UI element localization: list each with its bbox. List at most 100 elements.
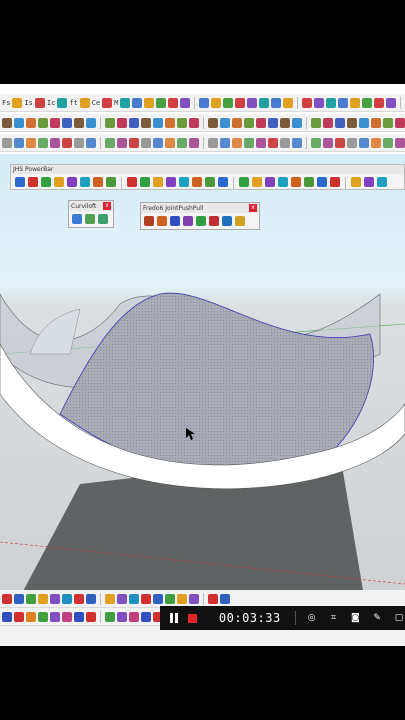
tool-icon[interactable]	[371, 117, 381, 128]
model-viewport[interactable]: JHS PowerBar Curviloft x Fredo6 JointPus…	[0, 154, 405, 590]
tool-icon[interactable]	[54, 177, 64, 187]
tool-icon[interactable]	[311, 137, 321, 148]
tool-icon[interactable]	[323, 137, 333, 148]
tool-icon[interactable]	[222, 216, 232, 226]
tool-icon[interactable]	[144, 97, 155, 108]
tool-icon[interactable]	[177, 593, 187, 604]
tool-icon[interactable]	[209, 216, 219, 226]
toolbar-text-button[interactable]: Fs	[2, 99, 10, 107]
tool-icon[interactable]	[157, 216, 167, 226]
tool-icon[interactable]	[38, 117, 48, 128]
tool-icon[interactable]	[271, 97, 282, 108]
tool-icon[interactable]	[351, 177, 361, 187]
tool-icon[interactable]	[62, 593, 72, 604]
tool-icon[interactable]	[377, 177, 387, 187]
toolbar-text-button[interactable]: ft	[69, 99, 77, 107]
crop-icon[interactable]: ⌗	[328, 613, 340, 623]
tool-icon[interactable]	[311, 117, 321, 128]
toolbar-text-button[interactable]: Ic	[47, 99, 55, 107]
tool-icon[interactable]	[280, 137, 290, 148]
tool-icon[interactable]	[105, 137, 115, 148]
tool-icon[interactable]	[208, 593, 218, 604]
tool-icon[interactable]	[14, 117, 24, 128]
tool-icon[interactable]	[177, 117, 187, 128]
tool-icon[interactable]	[141, 611, 151, 622]
tool-icon[interactable]	[74, 593, 84, 604]
tool-icon[interactable]	[383, 137, 393, 148]
tool-icon[interactable]	[350, 97, 361, 108]
tool-icon[interactable]	[395, 117, 405, 128]
tool-icon[interactable]	[127, 177, 137, 187]
tool-icon[interactable]	[232, 137, 242, 148]
tool-icon[interactable]	[338, 97, 349, 108]
tool-icon[interactable]	[211, 97, 222, 108]
tool-icon[interactable]	[67, 177, 77, 187]
tool-icon[interactable]	[26, 137, 36, 148]
toolbar-text-button[interactable]: M	[114, 99, 118, 107]
tool-icon[interactable]	[192, 177, 202, 187]
tool-icon[interactable]	[330, 177, 340, 187]
tool-icon[interactable]	[166, 177, 176, 187]
tool-icon[interactable]	[199, 97, 210, 108]
tool-icon[interactable]	[141, 593, 151, 604]
tool-icon[interactable]	[205, 177, 215, 187]
tool-icon[interactable]	[105, 117, 115, 128]
tool-icon[interactable]	[189, 137, 199, 148]
tool-icon[interactable]	[102, 97, 113, 108]
tool-icon[interactable]	[14, 137, 24, 148]
tool-icon[interactable]	[347, 117, 357, 128]
toolbar-text-button[interactable]: Ce	[92, 99, 100, 107]
tool-icon[interactable]	[141, 137, 151, 148]
tool-icon[interactable]	[268, 117, 278, 128]
tool-icon[interactable]	[120, 97, 131, 108]
tool-icon[interactable]	[168, 97, 179, 108]
tool-icon[interactable]	[62, 137, 72, 148]
toolbar-text-button[interactable]: Is	[24, 99, 32, 107]
tool-icon[interactable]	[153, 117, 163, 128]
tool-icon[interactable]	[170, 216, 180, 226]
tool-icon[interactable]	[218, 177, 228, 187]
tool-icon[interactable]	[117, 593, 127, 604]
tool-icon[interactable]	[2, 593, 12, 604]
tool-icon[interactable]	[38, 611, 48, 622]
tool-icon[interactable]	[244, 137, 254, 148]
tool-icon[interactable]	[280, 117, 290, 128]
tool-icon[interactable]	[196, 216, 206, 226]
tool-icon[interactable]	[335, 137, 345, 148]
tool-icon[interactable]	[156, 97, 167, 108]
tool-icon[interactable]	[259, 97, 270, 108]
tool-icon[interactable]	[208, 137, 218, 148]
tool-icon[interactable]	[62, 117, 72, 128]
tool-icon[interactable]	[50, 117, 60, 128]
tool-icon[interactable]	[38, 137, 48, 148]
tool-icon[interactable]	[86, 593, 96, 604]
tool-icon[interactable]	[220, 137, 230, 148]
tool-icon[interactable]	[247, 97, 258, 108]
tool-icon[interactable]	[165, 593, 175, 604]
tool-icon[interactable]	[2, 137, 12, 148]
tool-icon[interactable]	[232, 117, 242, 128]
tool-icon[interactable]	[220, 593, 230, 604]
tool-icon[interactable]	[15, 177, 25, 187]
tool-icon[interactable]	[86, 137, 96, 148]
tool-icon[interactable]	[189, 117, 199, 128]
tool-icon[interactable]	[244, 117, 254, 128]
tool-icon[interactable]	[189, 593, 199, 604]
pause-icon[interactable]	[170, 613, 178, 623]
tool-icon[interactable]	[140, 177, 150, 187]
tool-icon[interactable]	[265, 177, 275, 187]
tool-icon[interactable]	[278, 177, 288, 187]
tool-icon[interactable]	[117, 117, 127, 128]
tool-icon[interactable]	[86, 611, 96, 622]
tool-icon[interactable]	[208, 117, 218, 128]
tool-icon[interactable]	[117, 611, 127, 622]
tool-icon[interactable]	[86, 117, 96, 128]
tool-icon[interactable]	[72, 214, 82, 224]
tool-icon[interactable]	[302, 97, 313, 108]
tool-icon[interactable]	[235, 97, 246, 108]
tool-icon[interactable]	[326, 97, 337, 108]
tool-icon[interactable]	[183, 216, 193, 226]
tool-icon[interactable]	[74, 137, 84, 148]
tool-icon[interactable]	[2, 117, 12, 128]
tool-icon[interactable]	[38, 593, 48, 604]
